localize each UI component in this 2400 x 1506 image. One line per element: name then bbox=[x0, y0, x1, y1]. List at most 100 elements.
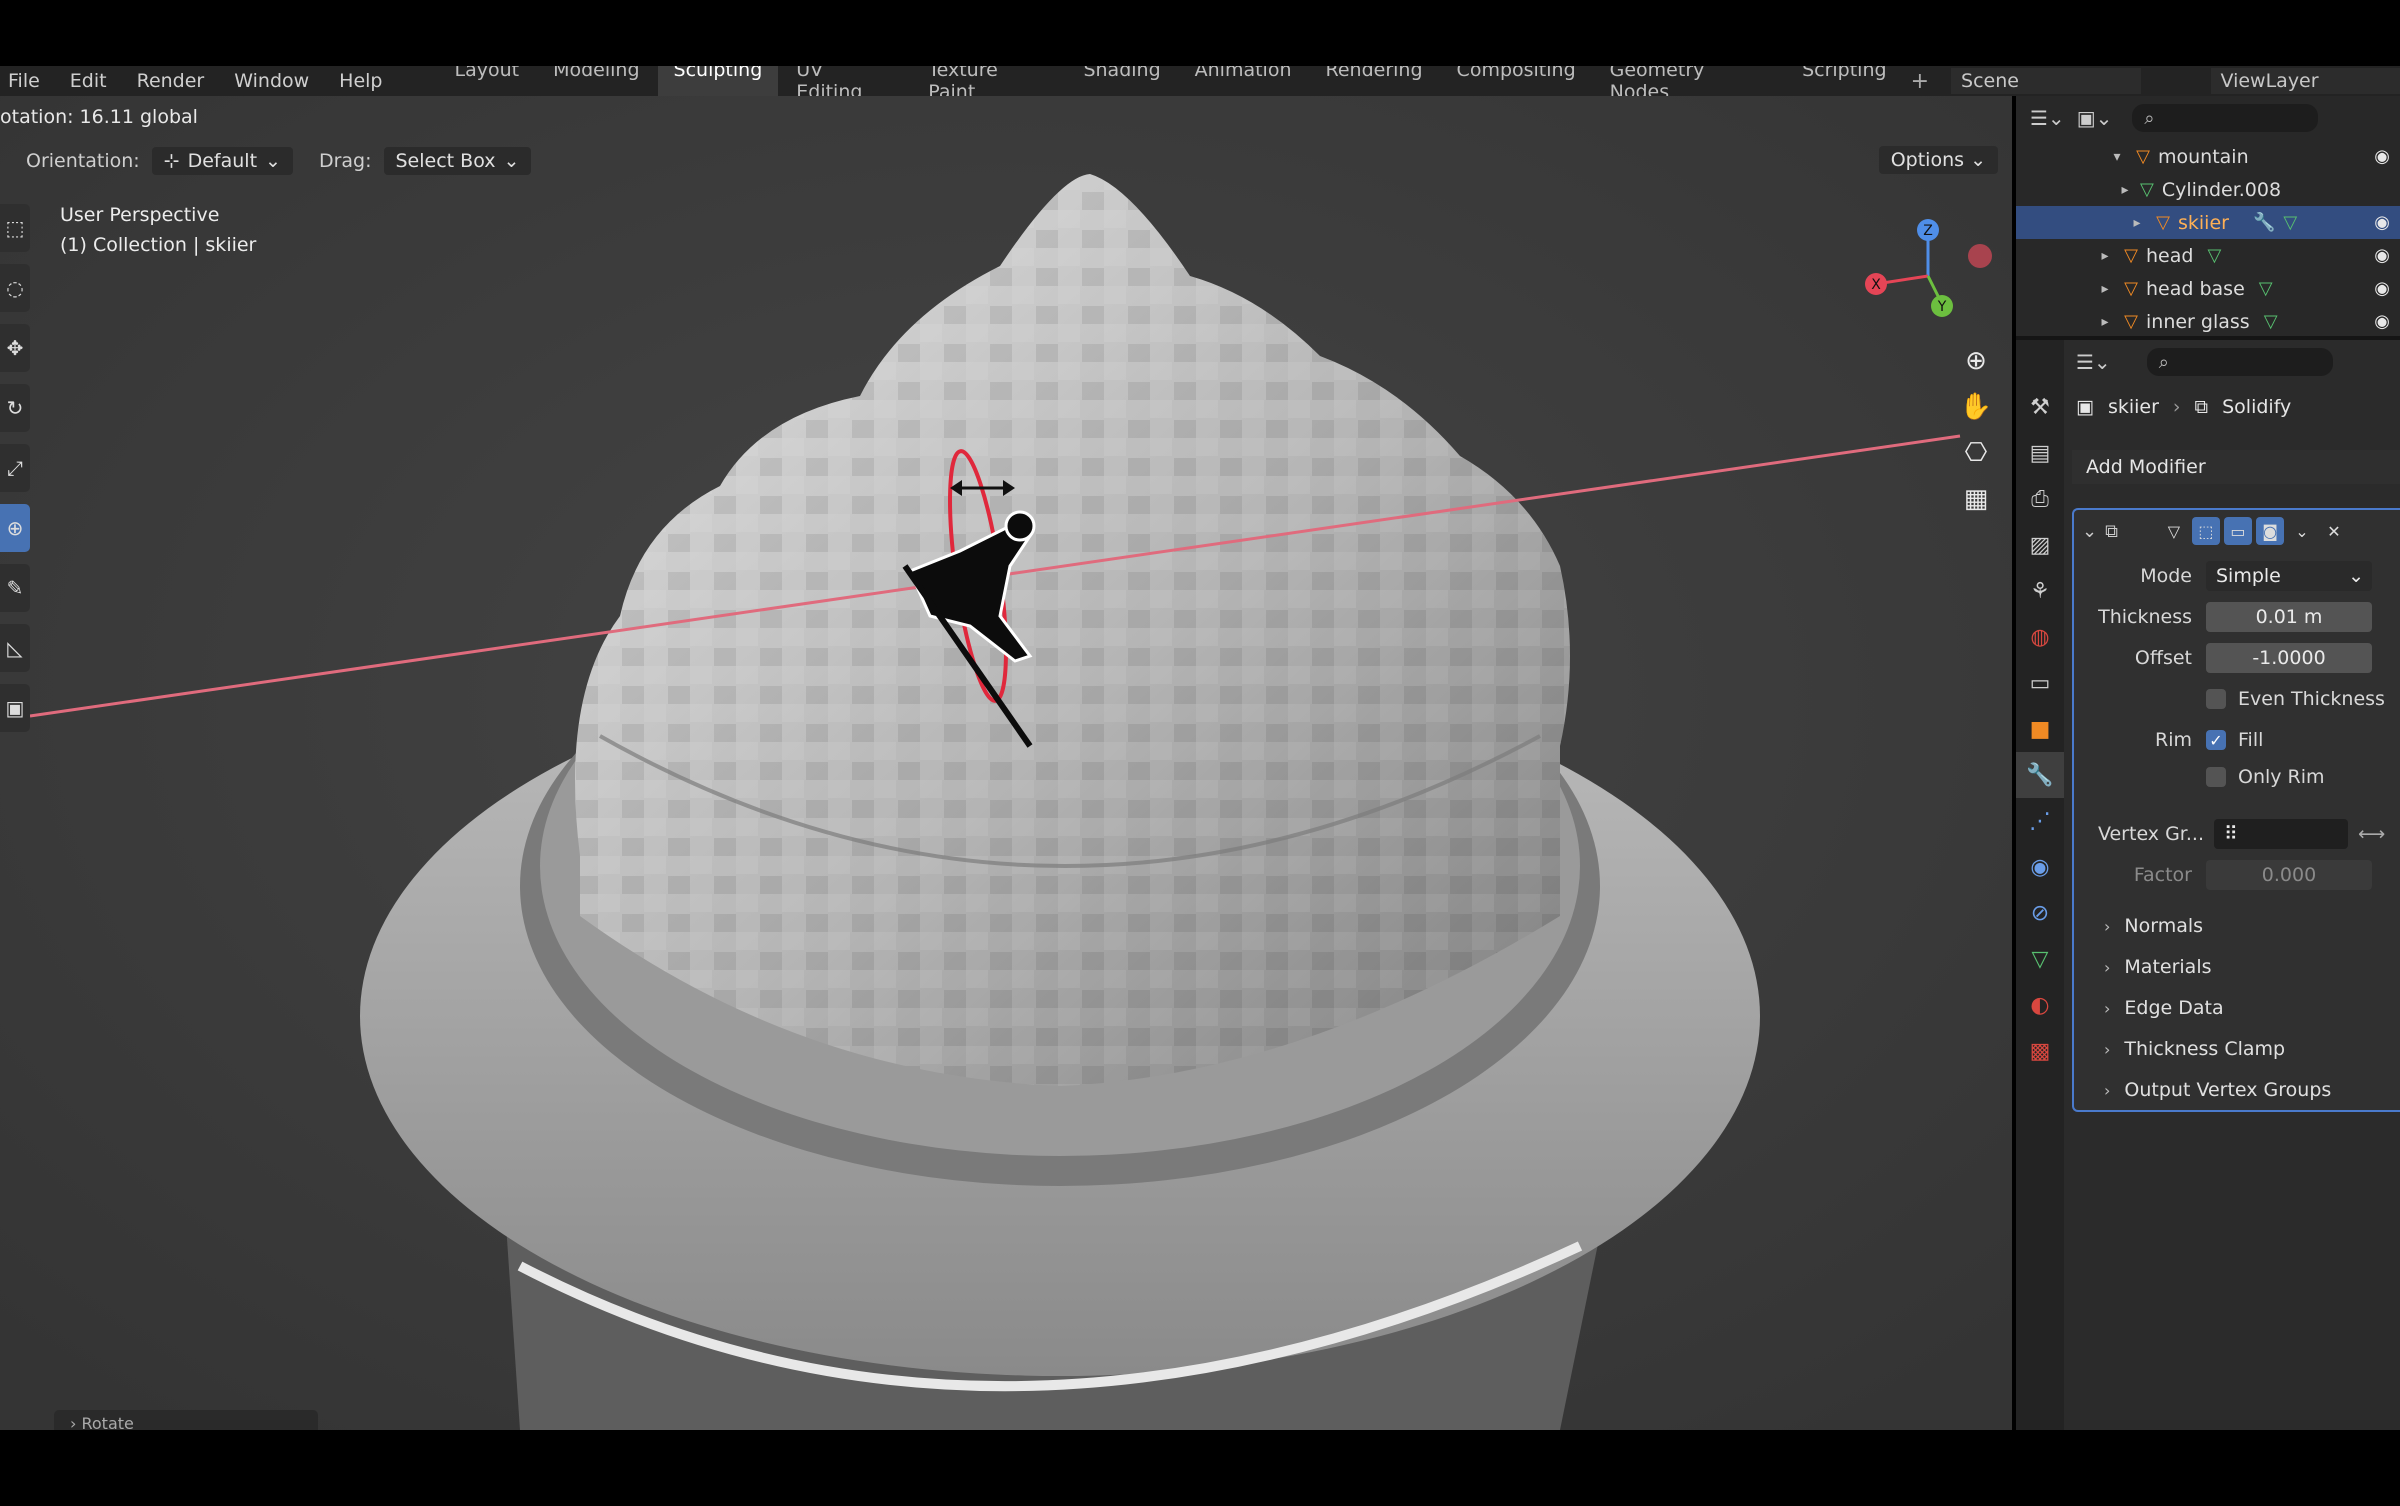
chevron-down-icon[interactable]: ⌄ bbox=[2288, 517, 2316, 545]
subpanel-thickness-clamp[interactable]: › Thickness Clamp bbox=[2104, 1033, 2285, 1065]
view-layer-selector[interactable]: ViewLayer bbox=[2210, 68, 2400, 94]
3d-viewport[interactable]: otation: 16.11 global Orientation: ⊹ Def… bbox=[0, 96, 2012, 1430]
scale-tool[interactable]: ⤢ bbox=[0, 444, 30, 492]
tab-compositing[interactable]: Compositing bbox=[1441, 66, 1592, 96]
add-modifier-button[interactable]: Add Modifier bbox=[2072, 450, 2400, 484]
tab-object[interactable]: ■ bbox=[2016, 706, 2064, 752]
camera-button[interactable]: ⎔ bbox=[1956, 430, 1996, 476]
outliner-item-mountain[interactable]: ▾ ▽ mountain ◉ bbox=[2016, 140, 2400, 173]
outliner-item-inner-glass[interactable]: ▸ ▽ inner glass ▽ ◉ bbox=[2016, 305, 2400, 336]
subpanel-normals[interactable]: › Normals bbox=[2104, 910, 2203, 942]
subpanel-output-vertex-groups[interactable]: › Output Vertex Groups bbox=[2104, 1074, 2331, 1106]
options-button[interactable]: Options ⌄ bbox=[1878, 146, 1998, 174]
menu-window[interactable]: Window bbox=[234, 70, 309, 92]
tab-material[interactable]: ◐ bbox=[2016, 982, 2064, 1028]
tab-texture-paint[interactable]: Texture Paint bbox=[912, 66, 1065, 96]
perspective-button[interactable]: ▦ bbox=[1956, 476, 1996, 522]
mode-dropdown[interactable]: Simple ⌄ bbox=[2206, 561, 2372, 591]
offset-field[interactable]: -1.0000 bbox=[2206, 643, 2372, 673]
outliner-item-skiier[interactable]: ▸ ▽ skiier 🔧 ▽ ◉ bbox=[2016, 206, 2400, 239]
menu-render[interactable]: Render bbox=[137, 70, 205, 92]
render-camera-icon[interactable]: ◙ bbox=[2255, 517, 2284, 545]
add-cube-tool[interactable]: ▣ bbox=[0, 684, 30, 732]
tab-scripting[interactable]: Scripting bbox=[1786, 66, 1903, 96]
drag-dropdown[interactable]: Select Box ⌄ bbox=[383, 147, 532, 175]
neg-x-axis-ball[interactable] bbox=[1968, 244, 1992, 268]
orientation-dropdown[interactable]: ⊹ Default ⌄ bbox=[151, 147, 293, 175]
eye-icon[interactable]: ◉ bbox=[2374, 245, 2390, 266]
pan-button[interactable]: ✋ bbox=[1956, 384, 1996, 430]
add-workspace-button[interactable]: + bbox=[1911, 69, 1929, 94]
subpanel-edge-data[interactable]: › Edge Data bbox=[2104, 992, 2224, 1024]
properties-search-input[interactable]: ⌕ bbox=[2146, 348, 2333, 376]
tab-modeling[interactable]: Modeling bbox=[537, 66, 655, 96]
expand-arrow-icon[interactable]: ▸ bbox=[2094, 248, 2116, 264]
expand-arrow-icon[interactable]: ▸ bbox=[2094, 281, 2116, 297]
move-tool[interactable]: ✥ bbox=[0, 324, 30, 372]
outliner-search-input[interactable]: ⌕ bbox=[2132, 104, 2319, 132]
outliner-item-head-base[interactable]: ▸ ▽ head base ▽ ◉ bbox=[2016, 272, 2400, 305]
tab-rendering[interactable]: Rendering bbox=[1310, 66, 1439, 96]
tab-constraints[interactable]: ⊘ bbox=[2016, 890, 2064, 936]
tab-sculpting[interactable]: Sculpting bbox=[657, 66, 779, 96]
menu-help[interactable]: Help bbox=[339, 70, 382, 92]
tab-shading[interactable]: Shading bbox=[1067, 66, 1176, 96]
menu-edit[interactable]: Edit bbox=[70, 70, 107, 92]
expand-arrow-icon[interactable]: ▸ bbox=[2094, 314, 2116, 330]
even-thickness-checkbox[interactable] bbox=[2206, 689, 2226, 709]
tab-uv-editing[interactable]: UV Editing bbox=[780, 66, 910, 96]
expand-arrow-icon[interactable]: ▾ bbox=[2106, 149, 2128, 165]
expand-arrow-icon[interactable]: ▸ bbox=[2114, 182, 2136, 198]
collapse-chevron-icon[interactable]: ⌄ bbox=[2082, 521, 2097, 542]
thickness-label: Thickness bbox=[2098, 606, 2192, 628]
tab-data[interactable]: ▽ bbox=[2016, 936, 2064, 982]
realtime-display-icon[interactable]: ▭ bbox=[2223, 517, 2252, 545]
fill-checkbox[interactable]: ✓ bbox=[2206, 730, 2226, 750]
measure-tool[interactable]: ◺ bbox=[0, 624, 30, 672]
cursor-tool[interactable]: ◌ bbox=[0, 264, 30, 312]
eye-icon[interactable]: ◉ bbox=[2374, 311, 2390, 332]
tab-layout[interactable]: Layout bbox=[439, 66, 536, 96]
edit-mode-cage-icon[interactable]: ▽ bbox=[2160, 517, 2188, 545]
select-box-tool[interactable]: ⬚ bbox=[0, 204, 30, 252]
rotate-tool[interactable]: ↻ bbox=[0, 384, 30, 432]
eye-icon[interactable]: ◉ bbox=[2374, 146, 2390, 167]
close-icon[interactable]: ✕ bbox=[2320, 517, 2348, 545]
menu-file[interactable]: File bbox=[8, 70, 40, 92]
scene-selector[interactable]: Scene bbox=[1951, 68, 2141, 94]
tab-physics[interactable]: ◉ bbox=[2016, 844, 2064, 890]
annotate-tool[interactable]: ✎ bbox=[0, 564, 30, 612]
tab-collection[interactable]: ▭ bbox=[2016, 660, 2064, 706]
tab-render[interactable]: ▤ bbox=[2016, 430, 2064, 476]
tab-modifiers[interactable]: 🔧 bbox=[2016, 752, 2064, 798]
outliner-item-cylinder[interactable]: ▸ ▽ Cylinder.008 bbox=[2016, 173, 2400, 206]
edit-mode-icon[interactable]: ⬚ bbox=[2191, 517, 2220, 545]
eye-icon[interactable]: ◉ bbox=[2374, 278, 2390, 299]
outliner-item-head[interactable]: ▸ ▽ head ▽ ◉ bbox=[2016, 239, 2400, 272]
editor-type-icon[interactable]: ☰⌄ bbox=[2030, 106, 2065, 130]
tab-output[interactable]: ⎙ bbox=[2016, 476, 2064, 522]
thickness-field[interactable]: 0.01 m bbox=[2206, 602, 2372, 632]
tab-texture[interactable]: ▩ bbox=[2016, 1028, 2064, 1074]
tab-particles[interactable]: ⋰ bbox=[2016, 798, 2064, 844]
tab-world[interactable]: ◍ bbox=[2016, 614, 2064, 660]
only-rim-checkbox[interactable] bbox=[2206, 767, 2226, 787]
subpanel-materials[interactable]: › Materials bbox=[2104, 951, 2212, 983]
chevron-right-icon: › bbox=[2104, 1039, 2111, 1059]
tab-animation[interactable]: Animation bbox=[1179, 66, 1308, 96]
display-mode-icon[interactable]: ▣⌄ bbox=[2077, 106, 2113, 130]
tab-scene[interactable]: ⚘ bbox=[2016, 568, 2064, 614]
last-operation-panel[interactable]: › Rotate bbox=[54, 1410, 318, 1430]
transform-tool[interactable]: ⊕ bbox=[0, 504, 30, 552]
tab-geometry-nodes[interactable]: Geometry Nodes bbox=[1594, 66, 1784, 96]
eye-icon[interactable]: ◉ bbox=[2374, 212, 2390, 233]
editor-type-icon[interactable]: ☰⌄ bbox=[2076, 350, 2111, 374]
invert-arrows-icon[interactable]: ⟷ bbox=[2358, 823, 2385, 845]
factor-field[interactable]: 0.000 bbox=[2206, 860, 2372, 890]
navigation-gizmo[interactable]: Z X Y bbox=[1852, 214, 1992, 324]
vertex-group-field[interactable]: ⠿ bbox=[2214, 819, 2348, 849]
zoom-button[interactable]: ⊕ bbox=[1956, 338, 1996, 384]
expand-arrow-icon[interactable]: ▸ bbox=[2126, 215, 2148, 231]
tab-view-layer[interactable]: ▨ bbox=[2016, 522, 2064, 568]
tab-tool[interactable]: ⚒ bbox=[2016, 384, 2064, 430]
